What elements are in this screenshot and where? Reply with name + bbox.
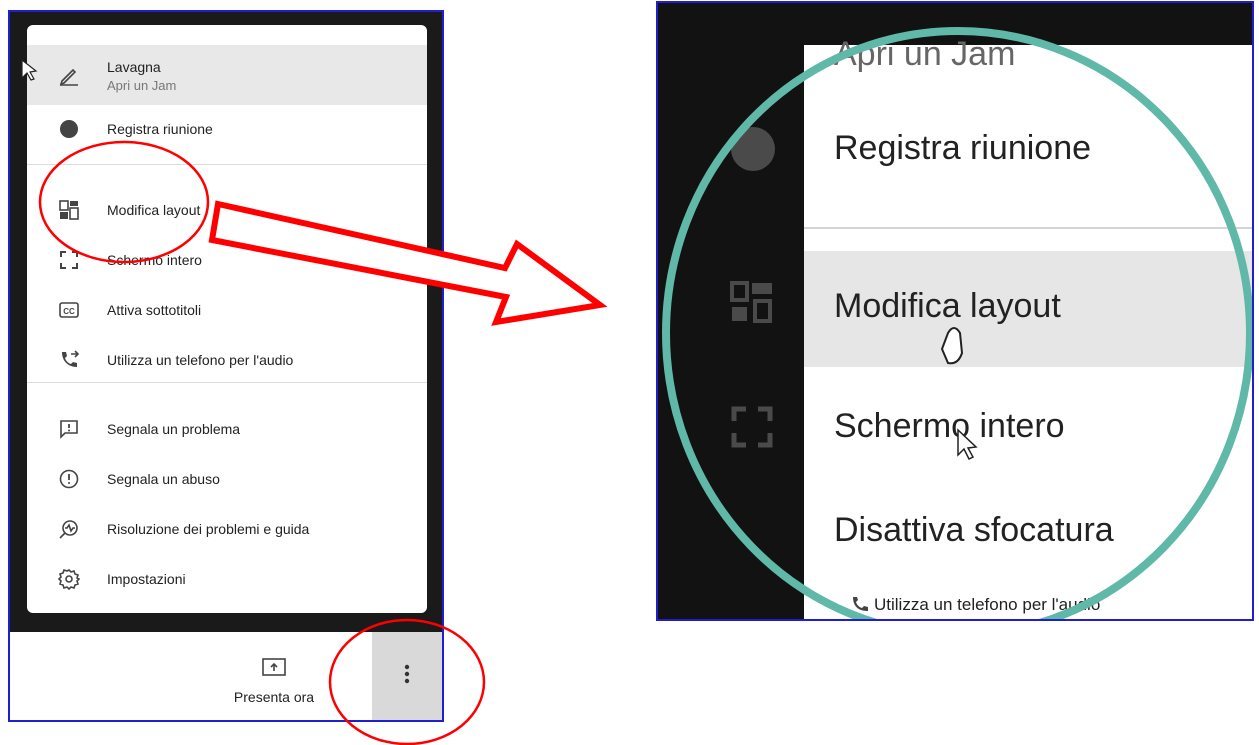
highlight-circle-more [328, 618, 486, 745]
red-arrow [208, 200, 608, 326]
highlight-circle-layout [38, 140, 210, 264]
arrow-cursor-icon [21, 58, 38, 81]
annotations [21, 58, 608, 745]
